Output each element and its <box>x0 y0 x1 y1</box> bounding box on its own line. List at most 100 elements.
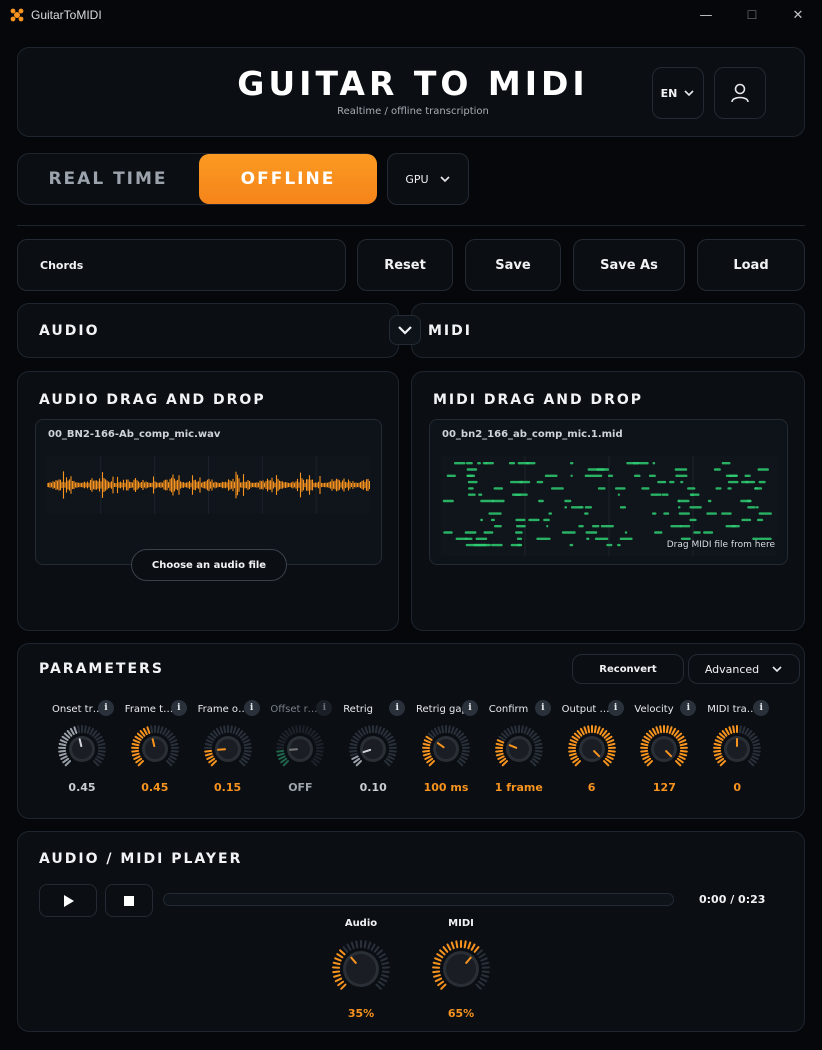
knob-tick <box>574 760 581 767</box>
param-knob[interactable] <box>639 724 689 774</box>
knob-tick <box>457 760 464 767</box>
language-select[interactable]: EN <box>652 67 704 119</box>
midi-note <box>494 525 502 528</box>
param-knob[interactable] <box>203 724 253 774</box>
info-icon[interactable]: i <box>680 700 697 716</box>
knob-tick <box>751 739 760 744</box>
param-knob[interactable] <box>494 724 544 774</box>
play-button[interactable] <box>39 884 97 917</box>
audio-volume-knob[interactable] <box>331 939 391 999</box>
midi-note <box>548 512 552 515</box>
knob-tick <box>679 739 687 744</box>
midi-note <box>648 474 656 477</box>
midi-note <box>544 474 558 477</box>
knob-tick <box>666 725 670 734</box>
knob-tick <box>605 755 614 760</box>
param-knob[interactable] <box>130 724 180 774</box>
audio-section-title: AUDIO <box>39 323 100 339</box>
info-icon[interactable]: i <box>753 700 770 716</box>
advanced-select[interactable]: Advanced <box>688 654 800 684</box>
progress-track[interactable] <box>163 893 674 906</box>
reset-button[interactable]: Reset <box>357 239 453 291</box>
param-knob[interactable] <box>421 724 471 774</box>
param-knob[interactable] <box>567 724 617 774</box>
knob-tick <box>477 980 485 987</box>
load-button[interactable]: Load <box>697 239 805 291</box>
stop-button[interactable] <box>105 884 153 917</box>
knob-tick <box>156 725 160 734</box>
param-knob[interactable] <box>712 724 762 774</box>
knob-tick <box>603 732 610 739</box>
param-label: Retrig gap <box>416 704 468 715</box>
midi-note <box>491 543 503 547</box>
knob-tick <box>170 742 179 747</box>
knob-tick <box>446 943 452 951</box>
knob-tick <box>719 760 727 767</box>
knob-tick <box>643 735 651 741</box>
knob-tick <box>376 949 383 956</box>
midi-drop-panel: MIDI DRAG AND DROP 00_bn2_166_ab_comp_mi… <box>411 371 805 631</box>
param-value: 6 <box>587 781 596 794</box>
knob-tick <box>678 755 687 760</box>
knob-tick <box>534 742 543 747</box>
save-as-button[interactable]: Save As <box>573 239 685 291</box>
knob-tick <box>494 749 503 753</box>
knob-tick <box>204 752 213 757</box>
tab-offline[interactable]: OFFLINE <box>199 154 377 204</box>
audio-drop-zone[interactable]: 00_BN2-166-Ab_comp_mic.wav <box>35 419 382 565</box>
info-icon[interactable]: i <box>462 700 478 716</box>
info-icon[interactable]: i <box>316 700 333 716</box>
save-button[interactable]: Save <box>465 239 561 291</box>
knob-tick <box>455 730 462 737</box>
param-knob[interactable] <box>348 724 398 774</box>
knob-tick <box>606 739 614 744</box>
info-icon[interactable]: i <box>607 700 624 716</box>
audio-section-header[interactable]: AUDIO <box>17 303 399 358</box>
midi-note <box>514 493 528 496</box>
tab-realtime[interactable]: REAL TIME <box>18 154 198 204</box>
maximize-button[interactable]: ☐ <box>729 0 775 30</box>
knob-tick <box>569 739 577 744</box>
info-icon[interactable]: i <box>534 700 551 716</box>
minimize-button[interactable]: — <box>683 0 729 30</box>
knob-tick <box>455 940 459 949</box>
midi-note <box>757 518 764 522</box>
knob-tick <box>311 760 318 767</box>
midi-section-header[interactable]: MIDI <box>411 303 805 358</box>
midi-volume-knob[interactable] <box>431 939 491 999</box>
midi-note <box>689 493 695 496</box>
collapse-toggle[interactable] <box>389 315 421 345</box>
knob-tick <box>336 953 344 959</box>
choose-audio-button[interactable]: Choose an audio file <box>131 549 287 581</box>
close-button[interactable]: ✕ <box>775 0 821 30</box>
user-button[interactable] <box>714 67 766 119</box>
knob-tick <box>167 757 175 764</box>
knob-tick <box>387 755 395 760</box>
knob-tick <box>750 735 758 741</box>
midi-drop-zone[interactable]: 00_bn2_166_ab_comp_mic.1.mid Drag MIDI f… <box>429 419 788 565</box>
midi-note <box>617 493 620 496</box>
midi-note <box>588 474 603 477</box>
info-icon[interactable]: i <box>98 700 114 716</box>
midi-note <box>713 468 721 471</box>
knob-tick <box>473 946 480 953</box>
info-icon[interactable]: i <box>170 700 187 716</box>
knob-tick <box>62 757 70 764</box>
knob-tick <box>646 732 653 739</box>
knob-tick <box>437 980 445 987</box>
device-select[interactable]: GPU <box>387 153 469 205</box>
knob-tick <box>503 730 510 737</box>
midi-note <box>536 537 549 540</box>
knob-tick <box>750 757 757 764</box>
knob-tick <box>357 730 364 737</box>
info-icon[interactable]: i <box>243 700 260 716</box>
chords-field[interactable]: Chords <box>17 239 346 291</box>
reconvert-button[interactable]: Reconvert <box>572 654 684 684</box>
knob-tick <box>641 752 650 757</box>
param-knob[interactable] <box>57 724 107 774</box>
knob-tick <box>495 752 504 757</box>
param-knob[interactable] <box>275 724 325 774</box>
info-icon[interactable]: i <box>389 700 406 716</box>
midi-note <box>727 487 732 490</box>
knob-tick <box>652 727 658 736</box>
